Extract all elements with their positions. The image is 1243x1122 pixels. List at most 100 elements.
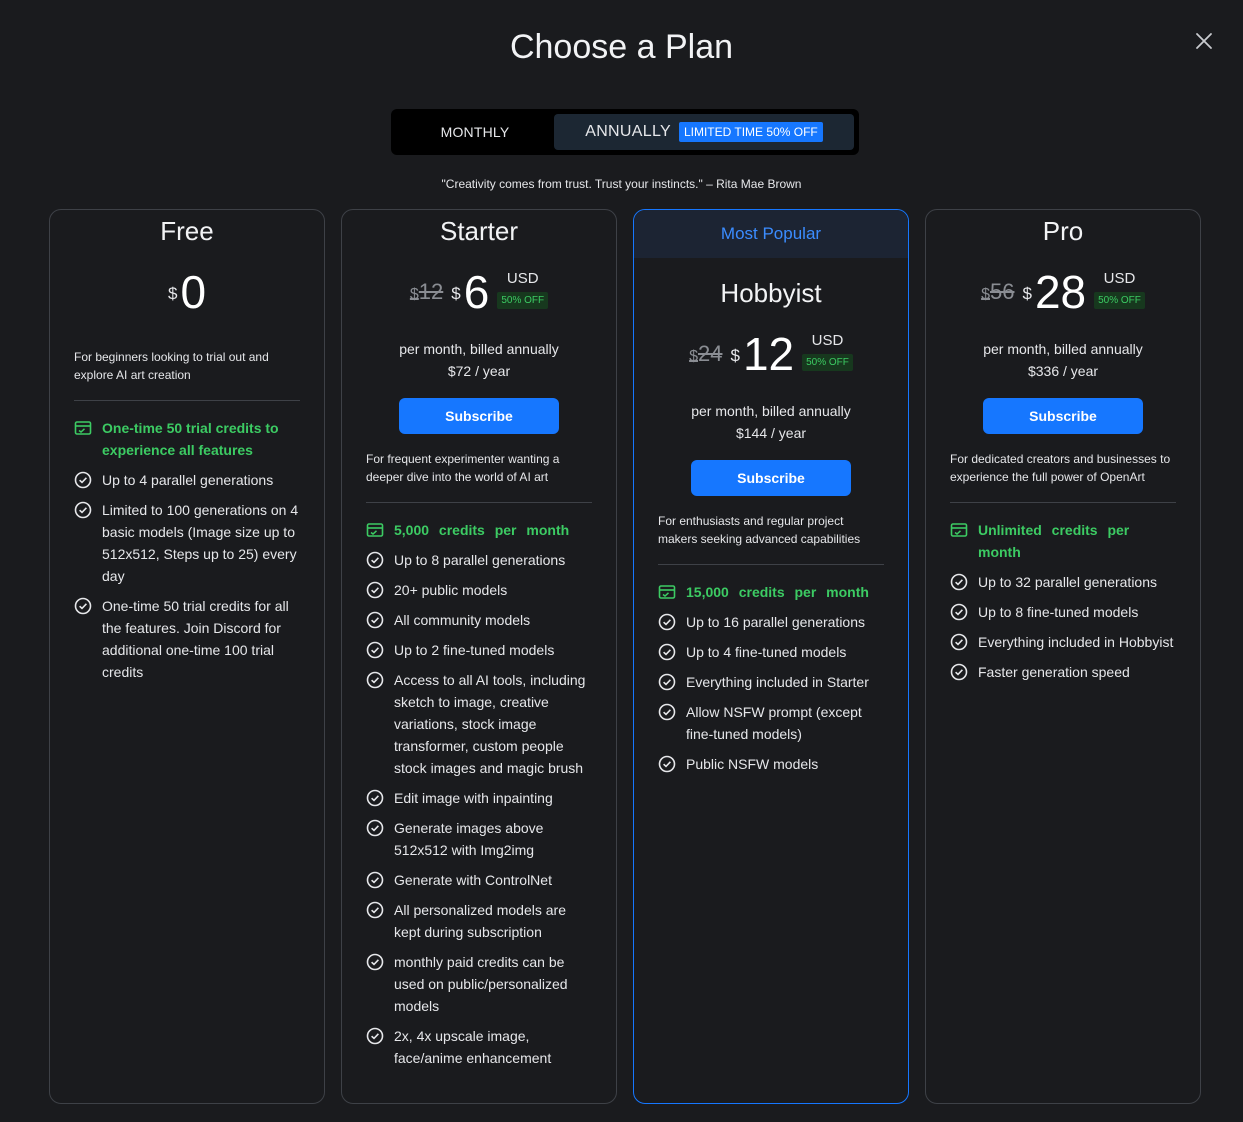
check-circle-icon [74,471,92,489]
credits-highlight: One-time 50 trial credits to experience … [74,417,300,461]
feature-item: Limited to 100 generations on 4 basic mo… [74,499,300,587]
yearly-price: $72 / year [447,363,511,379]
close-icon[interactable] [1193,30,1215,52]
feature-item: Generate images above 512x512 with Img2i… [366,817,592,861]
original-price-value: 56 [989,279,1015,304]
feature-item: Up to 8 fine-tuned models [950,601,1176,623]
billing-info: per month, billed annually $72 / year [366,338,592,382]
feature-text: Limited to 100 generations on 4 basic mo… [102,502,299,584]
discount-badge: 50% OFF [1094,291,1145,309]
check-circle-icon [658,755,676,773]
discount-badge: 50% OFF [497,291,549,309]
price: 12 [742,328,795,380]
feature-text: Allow NSFW prompt (except fine-tuned mod… [686,704,862,742]
feature-text: Everything included in Hobbyist [978,634,1174,650]
highlight-text: 15,000 credits per month [686,584,869,600]
billing-note: per month, billed annually [399,341,559,357]
feature-text: One-time 50 trial credits for all the fe… [102,598,289,680]
check-circle-icon [658,643,676,661]
price: 0 [180,266,207,318]
feature-text: Edit image with inpainting [394,790,553,806]
currency-stack: USD 50% OFF [1094,270,1145,309]
yearly-price: $144 / year [735,425,807,441]
currency-code: USD [1103,269,1136,287]
feature-item: All community models [366,609,592,631]
feature-item: One-time 50 trial credits for all the fe… [74,595,300,683]
feature-item: Generate with ControlNet [366,869,592,891]
page-title: Choose a Plan [509,28,734,66]
feature-item: Everything included in Hobbyist [950,631,1176,653]
credit-card-icon [74,419,92,437]
currency-stack: USD 50% OFF [802,332,853,371]
plan-card-starter: Starter $12 $ 6 USD 50% OFF per month, b… [341,209,617,1104]
check-circle-icon [950,573,968,591]
price: 28 [1034,266,1087,318]
divider [366,502,592,503]
check-circle-icon [366,901,384,919]
billing-note: per month, billed annually [983,341,1143,357]
feature-item: Up to 4 parallel generations [74,469,300,491]
toggle-annually[interactable]: ANNUALLY LIMITED TIME 50% OFF [554,114,854,150]
plan-name: Starter [439,216,519,246]
discount-badge: 50% OFF [802,353,853,371]
feature-text: Up to 8 parallel generations [394,552,566,568]
check-circle-icon [366,1027,384,1045]
price-row: $ 0 [74,262,300,322]
check-circle-icon [366,871,384,889]
check-circle-icon [950,663,968,681]
feature-item: Everything included in Starter [658,671,884,693]
subscribe-button[interactable]: Subscribe [983,398,1143,434]
feature-item: Edit image with inpainting [366,787,592,809]
check-circle-icon [658,673,676,691]
feature-item: Up to 4 fine-tuned models [658,641,884,663]
divider [658,564,884,565]
plan-card-pro: Pro $56 $ 28 USD 50% OFF per month, bill… [925,209,1201,1104]
toggle-annually-label: ANNUALLY [585,123,671,140]
original-price: $24 [689,341,722,367]
currency-code: USD [506,269,539,287]
toggle-monthly[interactable]: MONTHLY [396,114,554,150]
billing-info: per month, billed annually $144 / year [658,400,884,444]
check-circle-icon [658,613,676,631]
feature-item: Up to 32 parallel generations [950,571,1176,593]
original-price: $12 [410,279,443,305]
quote: "Creativity comes from trust. Trust your… [441,177,802,191]
check-circle-icon [366,819,384,837]
feature-text: Generate images above 512x512 with Img2i… [394,820,544,858]
feature-text: Up to 2 fine-tuned models [394,642,555,658]
currency-sign: $ [409,286,419,303]
subscribe-button[interactable]: Subscribe [691,460,851,496]
plan-description: For enthusiasts and regular project make… [658,514,861,546]
credits-highlight: 15,000 credits per month [658,581,884,603]
plan-card-hobbyist: Most Popular Hobbyist $24 $ 12 USD 50% O… [633,209,909,1104]
feature-item: All personalized models are kept during … [366,899,592,943]
feature-item: 2x, 4x upscale image, face/anime enhance… [366,1025,592,1069]
check-circle-icon [366,581,384,599]
feature-text: Up to 4 fine-tuned models [686,644,847,660]
plan-description: For dedicated creators and businesses to… [950,452,1171,484]
check-circle-icon [74,597,92,615]
check-circle-icon [366,953,384,971]
feature-text: Up to 16 parallel generations [686,614,866,630]
limited-time-badge: LIMITED TIME 50% OFF [678,122,823,142]
currency-stack: USD 50% OFF [497,269,549,309]
feature-text: monthly paid credits can be used on publ… [394,954,568,1014]
credit-card-icon [658,583,676,601]
highlight-text: 5,000 credits per month [394,522,570,538]
plan-card-free: Free $ 0 For beginners looking to trial … [49,209,325,1104]
price-row: $56 $ 28 USD 50% OFF [950,262,1176,322]
subscribe-button[interactable]: Subscribe [399,398,559,434]
feature-item: Up to 8 parallel generations [366,549,592,571]
feature-item: monthly paid credits can be used on publ… [366,951,592,1017]
feature-text: Faster generation speed [978,664,1130,680]
currency-sign: $ [451,284,461,303]
check-circle-icon [366,789,384,807]
check-circle-icon [74,501,92,519]
currency-sign: $ [981,286,990,303]
credits-highlight: 5,000 credits per month [366,519,592,541]
feature-text: All personalized models are kept during … [394,902,566,940]
divider [950,502,1176,503]
billing-note: per month, billed annually [691,403,851,419]
billing-toggle: MONTHLY ANNUALLY LIMITED TIME 50% OFF [391,109,859,155]
feature-text: Everything included in Starter [686,674,869,690]
